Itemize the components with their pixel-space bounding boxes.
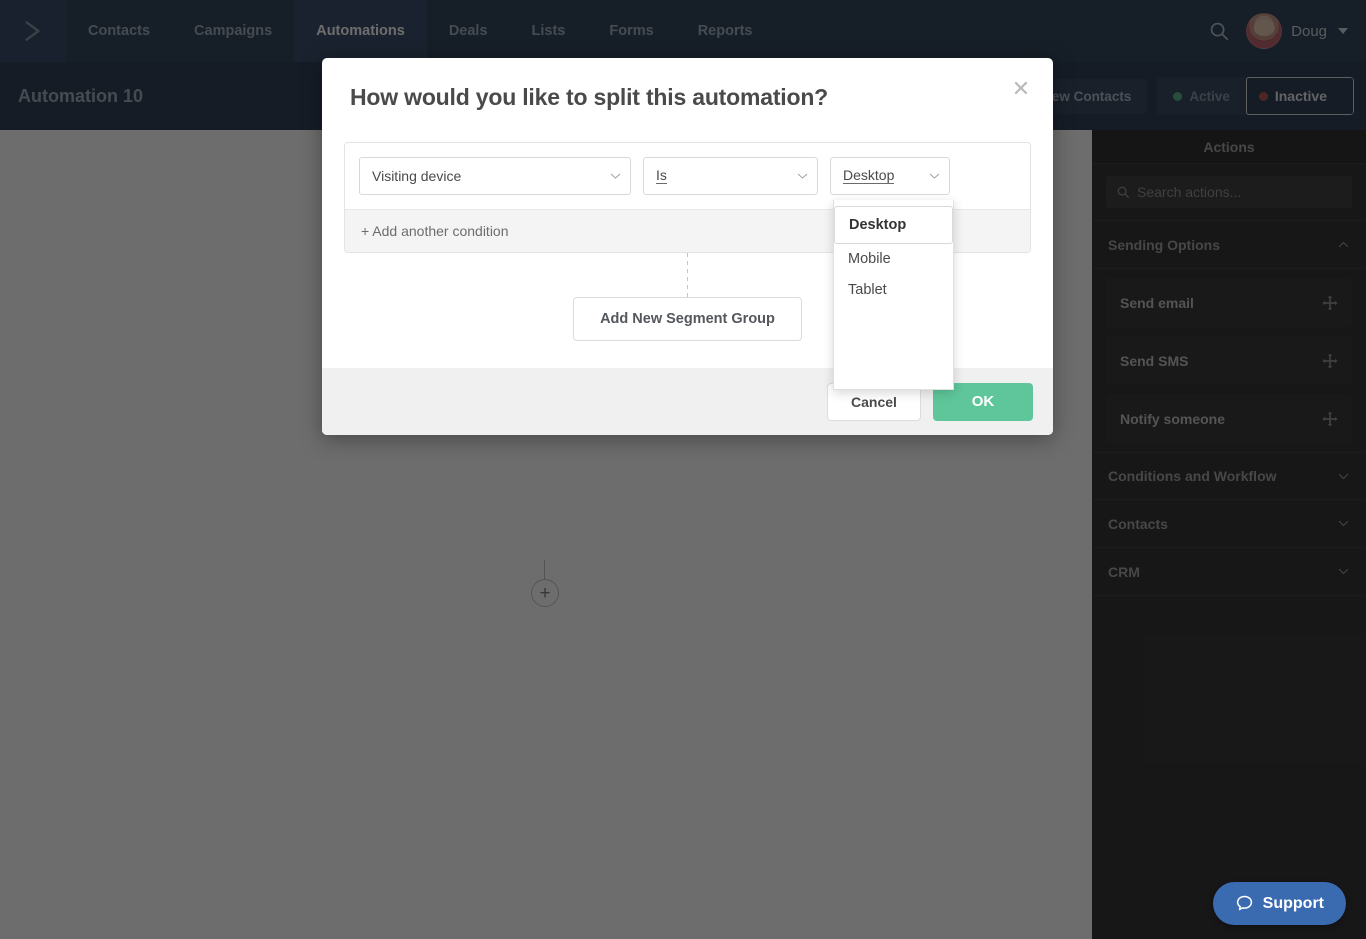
chat-bubble-icon <box>1236 895 1252 911</box>
dropdown-option-desktop[interactable]: Desktop <box>834 206 953 244</box>
support-label: Support <box>1262 894 1324 912</box>
condition-operator-select[interactable]: Is <box>643 157 818 195</box>
chevron-down-icon <box>610 173 621 179</box>
modal-title: How would you like to split this automat… <box>350 84 829 110</box>
support-button[interactable]: Support <box>1212 882 1346 925</box>
dropdown-option-tablet[interactable]: Tablet <box>834 275 953 306</box>
condition-field-select[interactable]: Visiting device <box>359 157 631 195</box>
dropdown-option-mobile[interactable]: Mobile <box>834 244 953 275</box>
modal-header: How would you like to split this automat… <box>322 58 1053 111</box>
condition-value-value: Desktop <box>843 167 895 184</box>
visiting-device-dropdown: Desktop Mobile Tablet <box>833 200 954 390</box>
app-root: Contacts Campaigns Automations Deals Lis… <box>0 0 1366 939</box>
add-new-segment-group-button[interactable]: Add New Segment Group <box>573 297 802 341</box>
chevron-down-icon <box>929 173 940 179</box>
close-icon[interactable]: ✕ <box>1009 78 1033 102</box>
condition-operator-value: Is <box>656 167 667 184</box>
segment-connector-line <box>687 253 688 297</box>
condition-field-value: Visiting device <box>372 168 462 184</box>
chevron-down-icon <box>797 173 808 179</box>
condition-value-select[interactable]: Desktop <box>830 157 950 195</box>
